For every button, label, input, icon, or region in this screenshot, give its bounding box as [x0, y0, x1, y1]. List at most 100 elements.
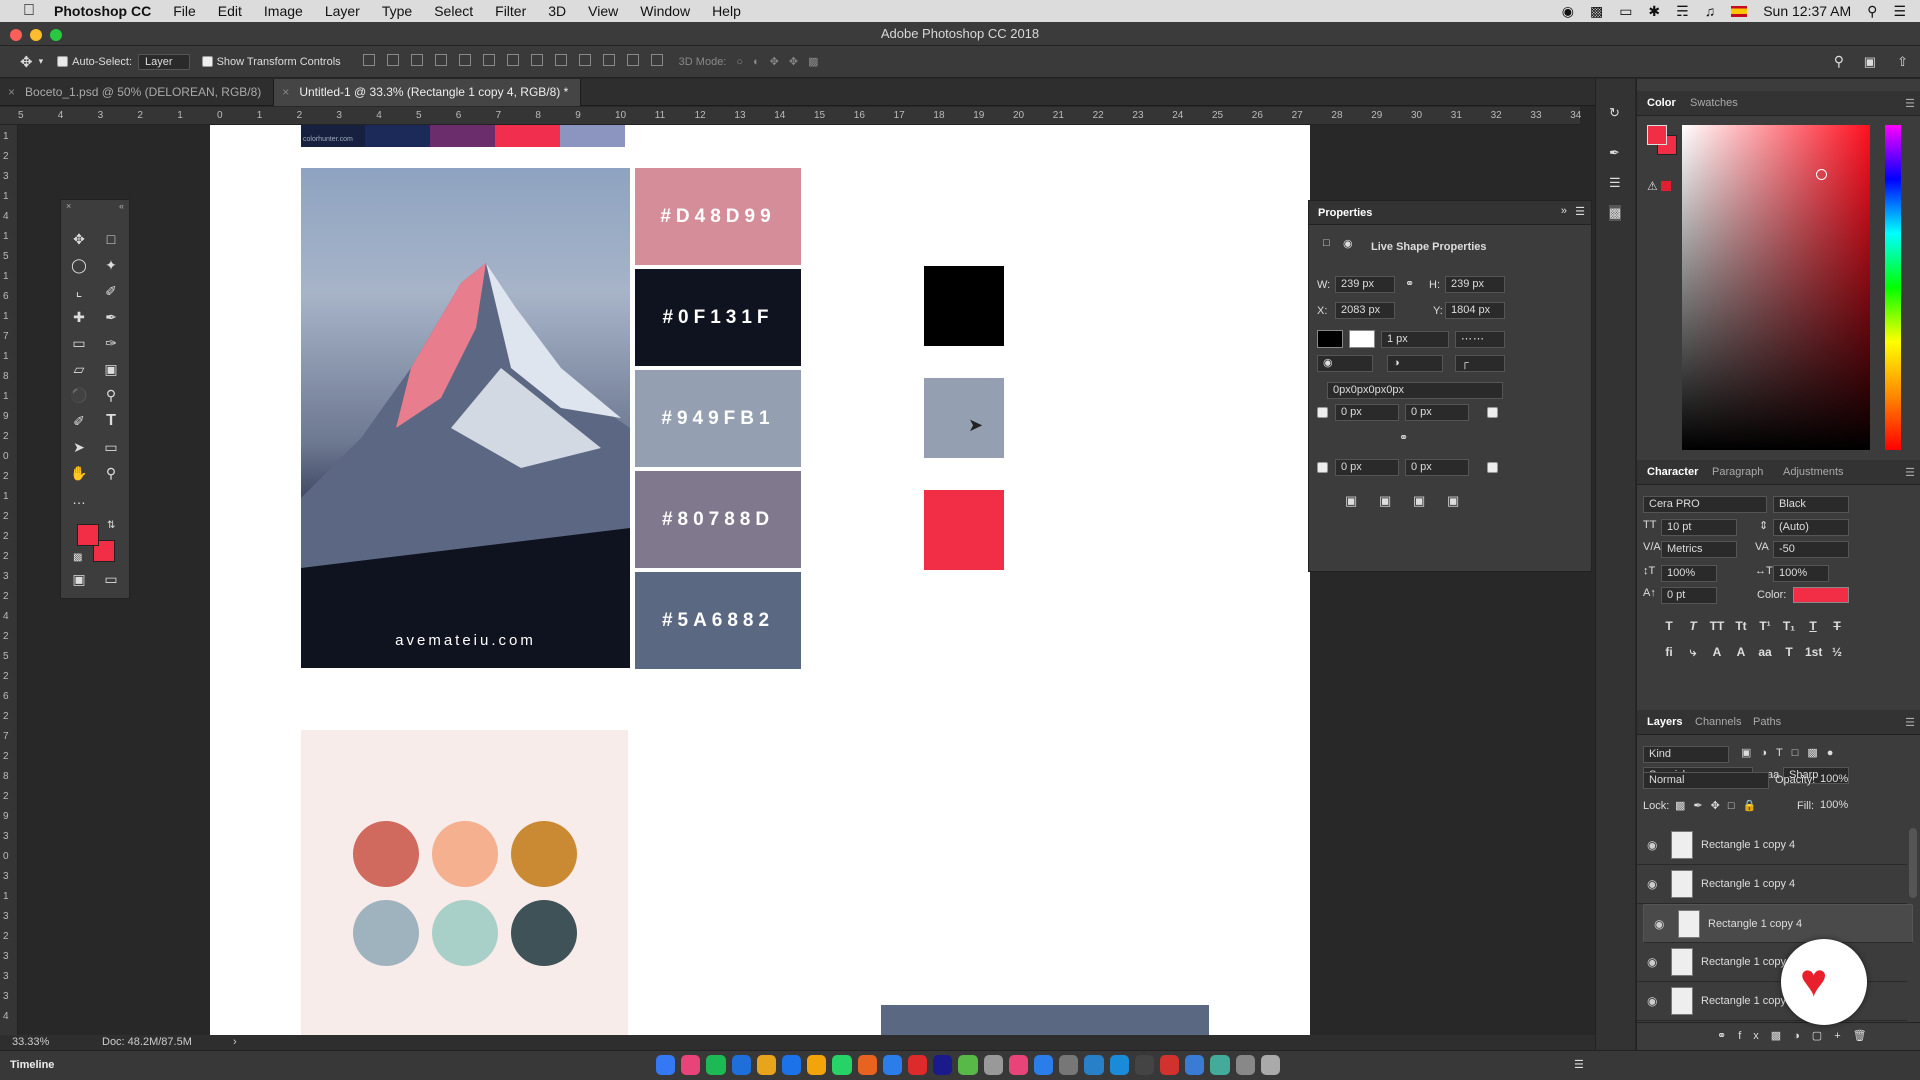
color-field[interactable]	[1682, 125, 1870, 450]
layers-scrollbar[interactable]	[1909, 828, 1917, 898]
distribute-right-icon[interactable]	[626, 54, 639, 66]
foreground-color-swatch[interactable]	[77, 524, 99, 546]
mountain-photo[interactable]: avemateiu.com	[301, 168, 630, 668]
marquee-tool-icon[interactable]: □	[100, 228, 122, 250]
color-dot[interactable]	[432, 900, 498, 966]
corner-tl-field[interactable]: 0 px	[1335, 404, 1399, 421]
ruler-vertical[interactable]: 1 2 3 1 4 1 5 1 6 1 7 1 8 1 9 2 0 2 1 2 2 2 3 2 4 2 5 2 6 2 7 2 8 2 9 3 0 3 1 3…	[0, 125, 18, 1035]
menu-type[interactable]: Type	[382, 3, 412, 19]
path-exclude-icon[interactable]: ▣	[1447, 493, 1459, 509]
tool-preset-chevron-icon[interactable]: ▾	[39, 56, 44, 67]
corner-br-checkbox[interactable]	[1487, 462, 1498, 473]
mask-props-icon[interactable]: ◉	[1343, 237, 1353, 250]
align-center-icon[interactable]	[458, 54, 471, 66]
font-size-field[interactable]: 10 pt	[1661, 519, 1737, 536]
dock-app-icon[interactable]	[656, 1055, 676, 1075]
zoom-window-button[interactable]	[50, 29, 62, 41]
layer-row[interactable]: ◉ Rectangle 1 copy 4	[1637, 865, 1907, 904]
menu-help[interactable]: Help	[712, 3, 741, 19]
properties-menu-icon[interactable]: ☰	[1575, 205, 1585, 218]
link-corners-icon[interactable]: ⚭	[1399, 431, 1408, 444]
fill-field[interactable]: 100%	[1815, 798, 1861, 815]
tab-channels[interactable]: Channels	[1695, 716, 1741, 728]
eraser-tool-icon[interactable]: ▱	[68, 358, 90, 380]
color-dot[interactable]	[511, 821, 577, 887]
old-style-icon[interactable]: ⤷	[1685, 645, 1701, 661]
screen-mode-icon[interactable]: ▭	[100, 568, 122, 590]
color-foreground-chip[interactable]	[1647, 125, 1667, 145]
palette-swatch[interactable]: #0F131F	[635, 269, 801, 366]
stamp-tool-icon[interactable]: ▭	[68, 332, 90, 354]
dock-app-icon[interactable]	[983, 1055, 1003, 1075]
shape-props-icon[interactable]: □	[1323, 237, 1330, 249]
move-tool-icon[interactable]: ✥	[68, 228, 90, 250]
menu-file[interactable]: File	[173, 3, 196, 19]
quick-mask-icon[interactable]: ▣	[68, 568, 90, 590]
timeline-label[interactable]: Timeline	[10, 1059, 54, 1071]
color-dot[interactable]	[353, 821, 419, 887]
fraction-icon[interactable]: ½	[1829, 645, 1845, 661]
opacity-field[interactable]: 100%	[1815, 772, 1861, 789]
zoom-level[interactable]: 33.33%	[12, 1035, 49, 1050]
menu-3d[interactable]: 3D	[548, 3, 566, 19]
magic-wand-tool-icon[interactable]: ✦	[100, 254, 122, 276]
corner-radius-summary-field[interactable]: 0px0px0px0px	[1327, 382, 1503, 399]
strikethrough-icon[interactable]: T	[1829, 619, 1845, 635]
baseline-field[interactable]: 0 pt	[1661, 587, 1717, 604]
titling-icon[interactable]: aa	[1757, 645, 1773, 661]
distribute-top-icon[interactable]	[506, 54, 519, 66]
heart-badge[interactable]: ♥	[1781, 939, 1867, 1025]
underline-icon[interactable]: T	[1805, 619, 1821, 635]
path-subtract-icon[interactable]: ▣	[1379, 493, 1391, 509]
color-dot[interactable]	[432, 821, 498, 887]
horizontal-scale-field[interactable]: 100%	[1773, 565, 1829, 582]
distribute-left-icon[interactable]	[578, 54, 591, 66]
dodge-tool-icon[interactable]: ⚲	[100, 384, 122, 406]
ruler-horizontal[interactable]: 5 4 3 2 1 0 1 2 3 4 5 6 7 8 9 10 11 12 13 14 15 16 17 18 19 20 21 2…	[0, 107, 1581, 125]
lasso-tool-icon[interactable]: ◯	[68, 254, 90, 276]
dock-app-icon[interactable]	[1260, 1055, 1281, 1075]
spotlight-icon[interactable]: ⚲	[1867, 3, 1877, 20]
corner-tr-checkbox[interactable]	[1487, 407, 1498, 418]
dock-app-icon[interactable]	[1160, 1055, 1180, 1075]
timeline-menu-icon[interactable]: ☰	[1574, 1058, 1584, 1071]
text-color-swatch[interactable]	[1793, 587, 1849, 603]
tab-boceto[interactable]: × Boceto_1.psd @ 50% (DELOREAN, RGB/8)	[0, 79, 275, 106]
corner-br-field[interactable]: 0 px	[1405, 459, 1469, 476]
dock-app-icon[interactable]	[807, 1055, 827, 1075]
dock-app-icon[interactable]	[1059, 1055, 1079, 1075]
palette-swatch[interactable]: #D48D99	[635, 168, 801, 265]
lock-icons[interactable]: ▩✒✥□🔒	[1675, 799, 1764, 812]
layer-row[interactable]: ◉ Rectangle 1 copy 4	[1643, 904, 1913, 943]
corner-bl-checkbox[interactable]	[1317, 462, 1328, 473]
menu-select[interactable]: Select	[434, 3, 473, 19]
auto-align-icon[interactable]	[650, 54, 663, 66]
menu-window[interactable]: Window	[640, 3, 690, 19]
shape-square[interactable]	[924, 490, 1004, 570]
bluetooth-icon[interactable]: ✱	[1648, 3, 1660, 20]
color-dot[interactable]	[353, 900, 419, 966]
stroke-cap-select[interactable]: ◑	[1387, 355, 1443, 372]
width-field[interactable]: 239 px	[1335, 276, 1395, 293]
distribute-middle-icon[interactable]	[530, 54, 543, 66]
dock-app-icon[interactable]	[1185, 1055, 1205, 1075]
close-tab-icon[interactable]: ×	[8, 85, 15, 99]
brush-tool-icon[interactable]: ✒	[100, 306, 122, 328]
leading-field[interactable]: (Auto)	[1773, 519, 1849, 536]
fill-swatch[interactable]	[1317, 330, 1343, 348]
tab-color[interactable]: Color	[1647, 97, 1676, 109]
align-left-icon[interactable]	[434, 54, 447, 66]
faux-bold-icon[interactable]: T	[1661, 619, 1677, 635]
document-canvas[interactable]: colorhunter.com avemateiu.com #D48D99 #0F…	[210, 125, 1310, 1035]
palette-swatch[interactable]: #949FB1	[635, 370, 801, 467]
dock-app-icon[interactable]	[958, 1055, 978, 1075]
path-union-icon[interactable]: ▣	[1345, 493, 1357, 509]
zoom-tool-icon[interactable]: ⚲	[100, 462, 122, 484]
tab-untitled[interactable]: × Untitled-1 @ 33.3% (Rectangle 1 copy 4,…	[274, 79, 582, 106]
dock-app-icon[interactable]	[731, 1055, 751, 1075]
stroke-corner-select[interactable]: ┌	[1455, 355, 1505, 372]
visibility-eye-icon[interactable]: ◉	[1647, 877, 1657, 891]
wifi-icon[interactable]: ☴	[1676, 3, 1689, 20]
workspace-icon[interactable]: ▣	[1864, 54, 1876, 70]
properties-panel-icon[interactable]: ▩	[1609, 205, 1622, 221]
